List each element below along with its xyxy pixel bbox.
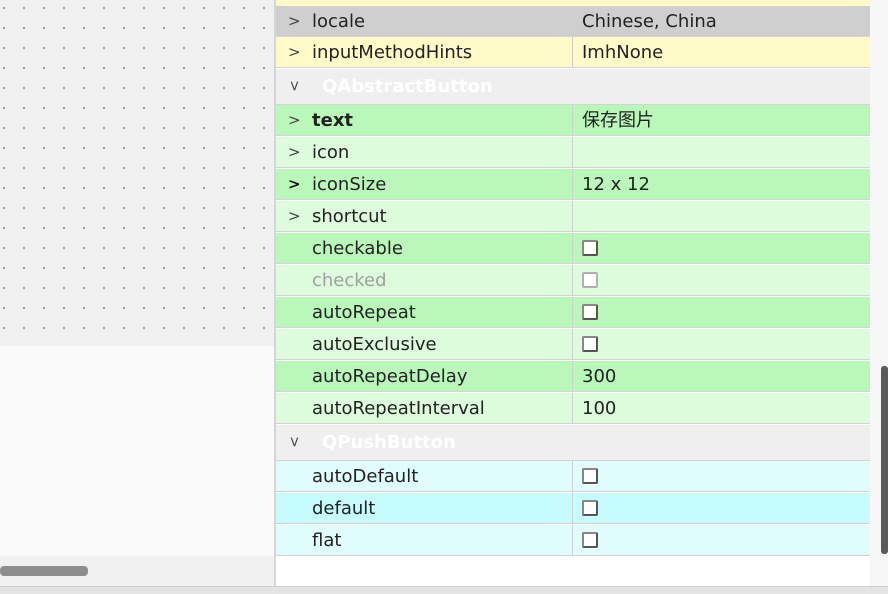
property-value: 100: [582, 398, 617, 419]
property-value-cell: [574, 329, 870, 359]
property-value-cell[interactable]: Chinese, China: [574, 6, 870, 36]
property-row-checked[interactable]: checked: [276, 265, 870, 296]
property-name: autoExclusive: [312, 334, 437, 355]
property-row-text[interactable]: > text 保存图片: [276, 105, 870, 136]
property-value-cell: [574, 493, 870, 523]
property-row-autorepeat[interactable]: autoRepeat: [276, 297, 870, 328]
property-name: autoRepeatInterval: [312, 398, 485, 419]
chevron-right-icon[interactable]: >: [288, 105, 301, 135]
property-value: 12 x 12: [582, 174, 650, 195]
property-value-cell[interactable]: 100: [574, 393, 870, 423]
property-name-cell: > icon: [276, 137, 573, 167]
property-name-cell: autoExclusive: [276, 329, 573, 359]
property-value-cell: [574, 265, 870, 295]
group-header-qpushbutton[interactable]: > QPushButton: [276, 425, 870, 461]
property-value-cell[interactable]: [574, 201, 870, 231]
property-row-inputmethodhints[interactable]: > inputMethodHints ImhNone: [276, 37, 870, 68]
chevron-down-icon[interactable]: >: [277, 436, 311, 448]
property-name-cell: autoDefault: [276, 461, 573, 491]
checkable-checkbox[interactable]: [582, 240, 598, 256]
property-name-cell: autoRepeatInterval: [276, 393, 573, 423]
property-name: autoRepeatDelay: [312, 366, 468, 387]
chevron-right-icon[interactable]: >: [288, 6, 301, 36]
property-name-cell: > text: [276, 105, 573, 135]
property-value-cell: [574, 525, 870, 555]
horizontal-scrollbar-thumb[interactable]: [0, 566, 88, 576]
chevron-right-icon[interactable]: >: [288, 137, 301, 167]
group-header-qabstractbutton[interactable]: > QAbstractButton: [276, 69, 870, 105]
property-value: ImhNone: [582, 42, 664, 63]
property-name-cell: > iconSize: [276, 169, 573, 199]
vertical-scrollbar-thumb[interactable]: [881, 366, 888, 554]
property-name: checkable: [312, 238, 403, 259]
property-row-checkable[interactable]: checkable: [276, 233, 870, 264]
property-name: flat: [312, 530, 342, 551]
property-name: checked: [312, 270, 387, 291]
property-row-iconsize[interactable]: > iconSize 12 x 12: [276, 169, 870, 200]
property-name-cell: autoRepeat: [276, 297, 573, 327]
property-row-locale[interactable]: > locale Chinese, China: [276, 6, 870, 37]
flat-checkbox[interactable]: [582, 532, 598, 548]
chevron-right-icon[interactable]: >: [288, 37, 301, 67]
checked-checkbox: [582, 272, 598, 288]
property-value-cell[interactable]: 300: [574, 361, 870, 391]
property-value: 保存图片: [582, 110, 654, 131]
property-name: autoRepeat: [312, 302, 416, 323]
property-name-cell: checked: [276, 265, 573, 295]
property-editor: > locale Chinese, China > inputMethodHin…: [276, 0, 870, 594]
default-checkbox[interactable]: [582, 500, 598, 516]
chevron-right-icon[interactable]: >: [288, 201, 301, 231]
property-name: iconSize: [312, 174, 387, 195]
property-name-cell: checkable: [276, 233, 573, 263]
property-name-cell: flat: [276, 525, 573, 555]
form-canvas[interactable]: [0, 0, 274, 594]
property-name: autoDefault: [312, 466, 419, 487]
row-edge: [276, 0, 870, 6]
property-name: default: [312, 498, 376, 519]
chevron-down-icon[interactable]: >: [277, 80, 311, 92]
autoexclusive-checkbox[interactable]: [582, 336, 598, 352]
property-value-cell: [574, 461, 870, 491]
property-value: 300: [582, 366, 617, 387]
autodefault-checkbox[interactable]: [582, 468, 598, 484]
property-row-shortcut[interactable]: > shortcut: [276, 201, 870, 232]
property-value-cell[interactable]: ImhNone: [574, 37, 870, 67]
property-row-default[interactable]: default: [276, 493, 870, 524]
property-name: inputMethodHints: [312, 42, 473, 63]
autorepeat-checkbox[interactable]: [582, 304, 598, 320]
chevron-right-icon[interactable]: >: [288, 169, 301, 199]
property-row-flat[interactable]: flat: [276, 525, 870, 556]
property-value: Chinese, China: [582, 11, 717, 32]
property-name: icon: [312, 142, 350, 163]
property-value-cell[interactable]: 12 x 12: [574, 169, 870, 199]
property-row-autorepeatinterval[interactable]: autoRepeatInterval 100: [276, 393, 870, 424]
property-name: locale: [312, 11, 366, 32]
property-name-cell: default: [276, 493, 573, 523]
property-value-cell: [574, 233, 870, 263]
property-name-cell: autoRepeatDelay: [276, 361, 573, 391]
group-title: QAbstractButton: [322, 76, 493, 97]
property-value-cell[interactable]: 保存图片: [574, 105, 870, 135]
property-row-autorepeatdelay[interactable]: autoRepeatDelay 300: [276, 361, 870, 392]
property-value-cell[interactable]: [574, 137, 870, 167]
property-row-autodefault[interactable]: autoDefault: [276, 461, 870, 492]
property-value-cell: [574, 297, 870, 327]
property-row-icon[interactable]: > icon: [276, 137, 870, 168]
form-grid-area[interactable]: [0, 0, 274, 346]
property-name-cell: > inputMethodHints: [276, 37, 573, 67]
property-row-autoexclusive[interactable]: autoExclusive: [276, 329, 870, 360]
property-name-cell: > locale: [276, 6, 573, 36]
property-name-cell: > shortcut: [276, 201, 573, 231]
bottom-border: [0, 586, 888, 594]
group-title: QPushButton: [322, 432, 456, 453]
property-name: text: [312, 110, 354, 131]
property-name: shortcut: [312, 206, 387, 227]
